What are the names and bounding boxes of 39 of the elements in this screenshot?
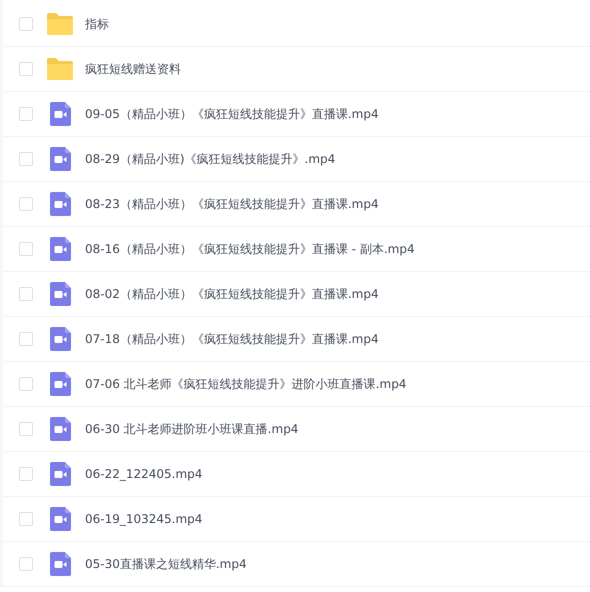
- video-file-icon: [50, 192, 70, 216]
- checkbox[interactable]: [19, 62, 33, 76]
- file-name[interactable]: 07-06 北斗老师《疯狂短线技能提升》进阶小班直播课.mp4: [85, 376, 406, 392]
- file-name[interactable]: 06-30 北斗老师进阶班小班课直播.mp4: [85, 420, 298, 438]
- video-file-icon: [50, 237, 70, 261]
- file-name[interactable]: 07-18（精品小班）《疯狂短线技能提升》直播课.mp4: [85, 330, 379, 348]
- checkbox[interactable]: [19, 152, 33, 166]
- checkbox[interactable]: [19, 107, 33, 121]
- video-file-icon: [50, 507, 70, 531]
- file-name[interactable]: 指标: [85, 16, 109, 32]
- file-name[interactable]: 08-02（精品小班）《疯狂短线技能提升》直播课.mp4: [85, 286, 379, 302]
- video-file-icon: [50, 147, 70, 171]
- checkbox[interactable]: [19, 377, 33, 391]
- checkbox[interactable]: [19, 17, 33, 31]
- checkbox[interactable]: [19, 197, 33, 211]
- file-name[interactable]: 08-16（精品小班）《疯狂短线技能提升》直播课 - 副本.mp4: [85, 240, 415, 258]
- file-name[interactable]: 05-30直播课之短线精华.mp4: [85, 556, 247, 572]
- video-file-icon: [50, 102, 70, 126]
- video-file-icon: [50, 282, 70, 306]
- video-file-icon: [50, 462, 70, 486]
- checkbox[interactable]: [19, 242, 33, 256]
- checkbox[interactable]: [19, 422, 33, 436]
- checkbox[interactable]: [19, 467, 33, 481]
- checkbox[interactable]: [19, 332, 33, 346]
- file-name[interactable]: 06-19_103245.mp4: [85, 512, 202, 526]
- video-file-icon: [50, 372, 70, 396]
- file-name[interactable]: 08-23（精品小班）《疯狂短线技能提升》直播课.mp4: [85, 196, 379, 212]
- file-name[interactable]: 疯狂短线赠送资料: [85, 60, 181, 78]
- folder-icon: [47, 13, 73, 35]
- checkbox[interactable]: [19, 557, 33, 571]
- video-file-icon: [50, 327, 70, 351]
- file-name[interactable]: 06-22_122405.mp4: [85, 467, 202, 481]
- video-file-icon: [50, 417, 70, 441]
- video-file-icon: [50, 552, 70, 576]
- checkbox[interactable]: [19, 287, 33, 301]
- checkbox[interactable]: [19, 512, 33, 526]
- file-name[interactable]: 08-29（精品小班)《疯狂短线技能提升》.mp4: [85, 150, 336, 168]
- file-name[interactable]: 09-05（精品小班）《疯狂短线技能提升》直播课.mp4: [85, 106, 379, 122]
- folder-icon: [47, 58, 73, 80]
